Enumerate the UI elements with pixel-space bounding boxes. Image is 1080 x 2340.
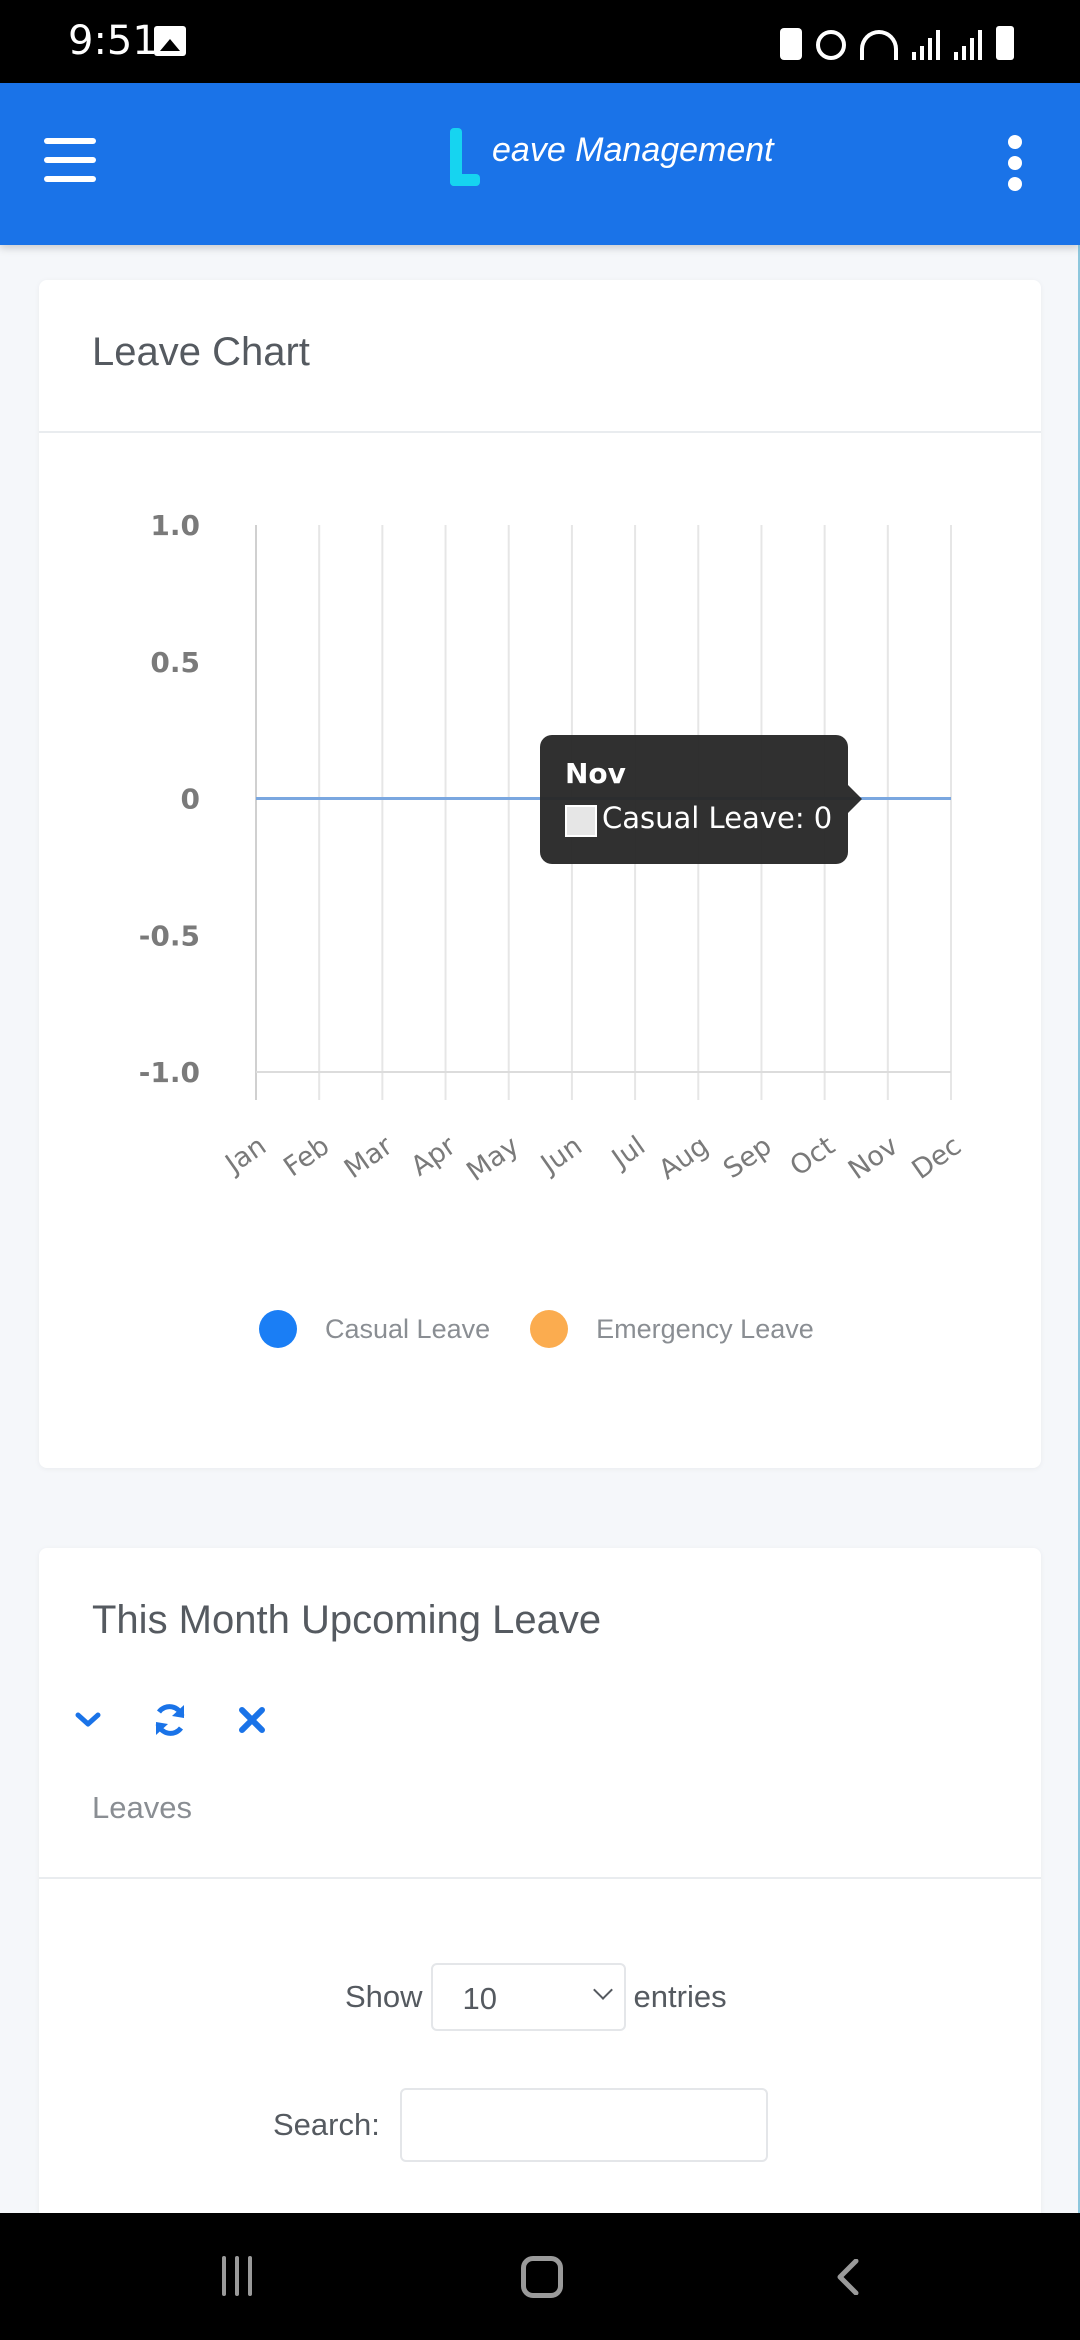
y-tick-label: 1.0	[150, 509, 200, 542]
x-tick-label: Jan	[218, 1130, 272, 1180]
remove-button[interactable]	[232, 1700, 272, 1740]
y-tick-label: 0	[181, 783, 200, 816]
card-tools	[68, 1700, 272, 1740]
legend-label: Emergency Leave	[596, 1313, 814, 1344]
back-button[interactable]	[832, 2259, 862, 2295]
x-tick-label: Dec	[906, 1130, 967, 1185]
x-tick-label: Apr	[406, 1130, 463, 1183]
divider	[39, 1877, 1041, 1879]
entries-select[interactable]: 10	[430, 1963, 626, 2031]
y-tick-label: 0.5	[150, 646, 200, 679]
x-tick-label: May	[461, 1130, 525, 1187]
search-control: Search:	[273, 2088, 768, 2162]
x-tick-label: Sep	[718, 1130, 777, 1185]
y-tick-label: -0.5	[139, 919, 200, 952]
search-label: Search:	[273, 2107, 380, 2142]
legend-dot-emergency	[530, 1310, 569, 1348]
refresh-icon	[155, 1704, 185, 1736]
chevron-down-icon	[592, 1980, 613, 2000]
leave-line-chart: 1.0 0.5 0 -0.5 -1.0 Jan Feb Mar Apr May Jun Jul Aug S…	[139, 509, 967, 1188]
system-nav-bar	[0, 2213, 1080, 2340]
home-button[interactable]	[521, 2256, 563, 2298]
x-tick-label: Jul	[605, 1130, 651, 1175]
x-tick-label: Aug	[653, 1130, 714, 1186]
y-tick-label: -1.0	[139, 1056, 200, 1089]
search-input[interactable]	[399, 2088, 768, 2162]
chart-legend: Casual Leave Emergency Leave	[259, 1310, 854, 1348]
x-tick-label: Oct	[785, 1130, 841, 1182]
legend-label: Casual Leave	[325, 1313, 491, 1344]
card-subtitle: Leaves	[92, 1790, 192, 1825]
legend-item-emergency-leave[interactable]: Emergency Leave	[530, 1310, 814, 1348]
chart-tooltip: Nov Casual Leave: 0	[540, 735, 862, 864]
collapse-button[interactable]	[68, 1700, 108, 1740]
show-label: Show	[345, 1979, 423, 2014]
entries-label: entries	[633, 1979, 727, 2014]
entries-value: 10	[462, 1981, 498, 2016]
close-icon	[239, 1707, 265, 1733]
tooltip-swatch	[565, 805, 597, 837]
tooltip-value: Casual Leave: 0	[602, 801, 833, 835]
legend-dot-casual	[259, 1310, 297, 1348]
tooltip-title: Nov	[565, 757, 626, 790]
x-tick-label: Nov	[843, 1130, 904, 1186]
x-tick-label: Mar	[339, 1130, 399, 1185]
refresh-button[interactable]	[150, 1700, 190, 1740]
x-tick-label: Feb	[278, 1130, 335, 1183]
x-tick-label: Jun	[534, 1130, 588, 1181]
recents-button[interactable]	[222, 2256, 260, 2296]
entries-length-control: Show 10 entries	[345, 1963, 727, 2031]
card-title: This Month Upcoming Leave	[92, 1598, 602, 1642]
chevron-down-icon	[75, 1712, 101, 1727]
legend-item-casual-leave[interactable]: Casual Leave	[259, 1310, 490, 1348]
